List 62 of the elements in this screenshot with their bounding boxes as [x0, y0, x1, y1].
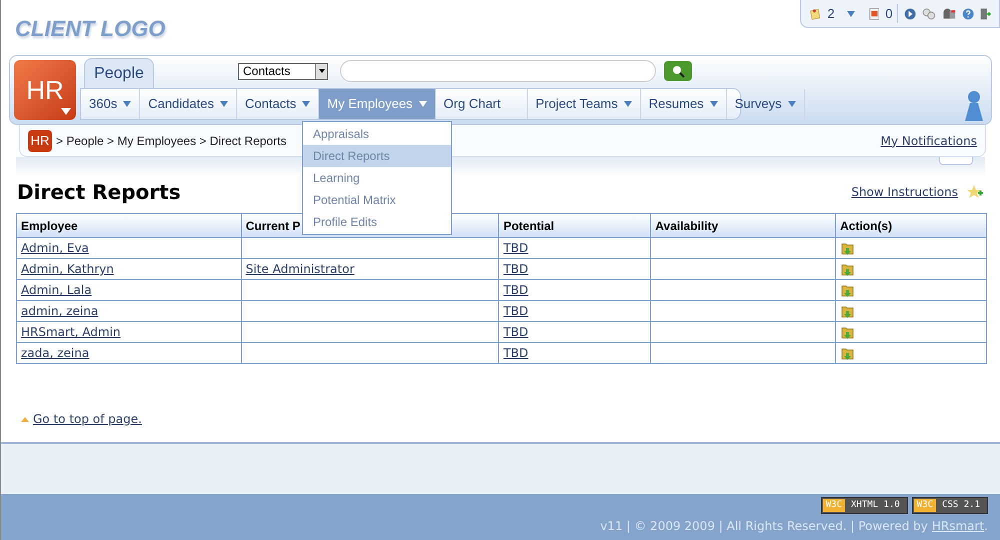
mailbox-icon[interactable] — [942, 6, 956, 22]
chat-icon[interactable] — [922, 6, 936, 22]
document-icon[interactable] — [868, 6, 880, 22]
caret-icon — [418, 101, 427, 107]
folder-arrow-icon[interactable] — [840, 346, 856, 360]
column-header: Employee — [16, 214, 242, 238]
potential-link[interactable]: TBD — [503, 283, 528, 297]
hr-icon: HR — [28, 130, 52, 152]
caret-icon — [788, 101, 796, 107]
caret-icon — [318, 69, 324, 73]
validator-badge[interactable]: W3C XHTML 1.0 — [820, 496, 908, 514]
hr-logo-text: HR — [26, 74, 64, 106]
star-plus-icon[interactable] — [966, 184, 984, 200]
nav-item[interactable]: Org Chart — [436, 89, 528, 119]
alerts-count: 0 — [885, 4, 898, 24]
collapse-handle[interactable] — [939, 157, 973, 165]
caret-icon — [123, 101, 132, 107]
potential-link[interactable]: TBD — [503, 304, 528, 318]
folder-arrow-icon[interactable] — [840, 240, 856, 256]
notifications-link[interactable]: My Notifications — [880, 132, 977, 150]
forward-icon[interactable] — [904, 6, 916, 22]
nav-item[interactable]: 360s — [81, 89, 140, 119]
show-instructions-link[interactable]: Show Instructions — [851, 183, 958, 201]
page-title: Direct Reports — [17, 179, 181, 206]
footer-text: v11 | © 2009 2009 | All Rights Reserved. | Powered by — [600, 518, 928, 535]
search-icon — [671, 64, 685, 78]
caret-icon — [624, 101, 632, 107]
nav-item[interactable]: Surveys — [726, 89, 805, 119]
search-field[interactable] — [340, 60, 656, 82]
client-logo: CLIENT LOGO — [15, 15, 166, 43]
folder-arrow-icon[interactable] — [840, 282, 856, 298]
potential-link[interactable]: TBD — [503, 241, 528, 255]
help-icon[interactable] — [962, 6, 974, 22]
potential-link[interactable]: TBD — [503, 262, 528, 276]
caret-icon — [220, 101, 228, 107]
scope-select[interactable]: Contacts — [238, 62, 328, 80]
top-of-page-link[interactable]: Go to top of page. — [33, 410, 142, 428]
column-header: Action(s) — [836, 214, 986, 238]
column-header: Availability — [650, 214, 836, 238]
nav-item[interactable]: Project Teams — [528, 89, 641, 119]
search-button[interactable] — [664, 61, 692, 81]
hr-logo-button[interactable]: HR — [14, 60, 76, 120]
footer-period: . — [984, 518, 988, 535]
people-tab[interactable]: People — [84, 58, 154, 88]
folder-arrow-icon[interactable] — [840, 324, 856, 340]
breadcrumb-path: > People > My Employees > Direct Reports — [56, 132, 286, 150]
caret-icon — [61, 108, 71, 115]
column-header: Potential — [498, 214, 651, 238]
validator-badge[interactable]: W3C CSS 2.1 — [912, 496, 988, 514]
user-figure-icon[interactable] — [962, 90, 986, 122]
caret-icon — [302, 101, 310, 107]
potential-link[interactable]: TBD — [503, 346, 528, 360]
potential-link[interactable]: TBD — [503, 325, 528, 339]
folder-arrow-icon[interactable] — [840, 262, 856, 276]
exit-door-icon[interactable] — [980, 6, 991, 22]
folder-arrow-icon[interactable] — [840, 304, 856, 318]
tasks-count: 2 — [827, 4, 835, 23]
caret-icon — [710, 101, 718, 107]
up-arrow-icon — [21, 416, 29, 422]
nav-item[interactable]: Candidates — [140, 89, 237, 119]
nav-item[interactable]: Resumes — [640, 89, 727, 119]
caret-icon — [846, 10, 855, 16]
